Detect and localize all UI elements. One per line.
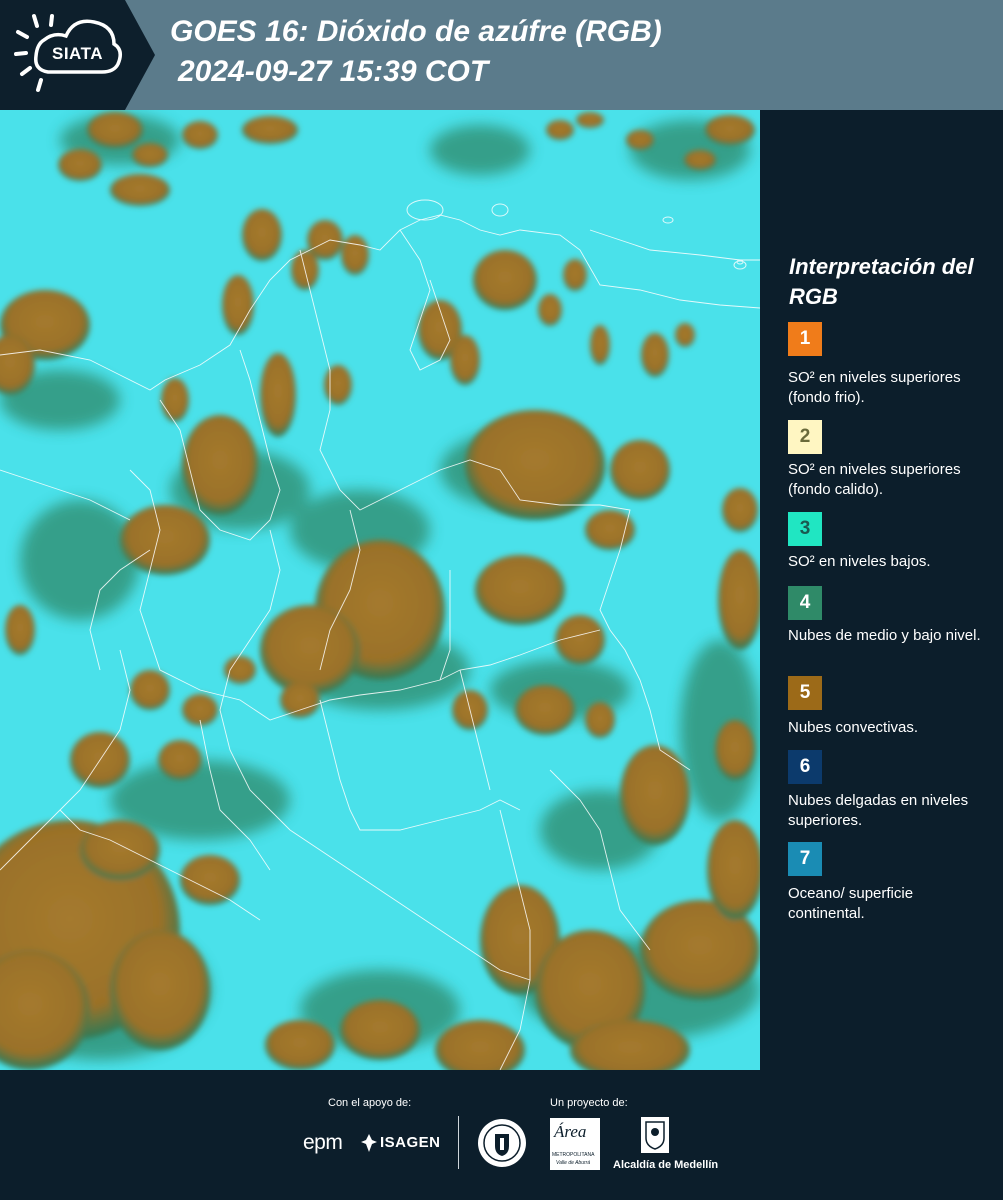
legend-swatch-3: 3 bbox=[788, 512, 822, 546]
area-logo-sub2: Valle de Aburrá bbox=[556, 1160, 591, 1166]
area-metropolitana-logo: Área METROPOLITANA Valle de Aburrá bbox=[550, 1118, 600, 1170]
header-chevron bbox=[125, 0, 155, 110]
legend-swatch-2: 2 bbox=[788, 420, 822, 454]
siata-logo-block: SIATA bbox=[0, 0, 125, 110]
medellin-seal-icon bbox=[478, 1119, 526, 1167]
epm-logo: epm bbox=[303, 1131, 343, 1155]
legend-label-3: SO² en niveles bajos. bbox=[788, 553, 931, 570]
legend-swatch-6: 6 bbox=[788, 750, 822, 784]
legend-number: 3 bbox=[799, 518, 811, 539]
footer: Con el apoyo de: Un proyecto de: epm ISA… bbox=[0, 1070, 1003, 1200]
alcaldia-logo-text: Alcaldía de Medellín bbox=[613, 1159, 719, 1171]
area-logo-word: Área bbox=[554, 1122, 587, 1141]
legend-label-6: Nubes delgadas en niveles superiores. bbox=[788, 792, 969, 829]
support-label: Con el apoyo de: bbox=[328, 1097, 412, 1109]
legend-swatch-4: 4 bbox=[788, 586, 822, 620]
satellite-image bbox=[0, 110, 760, 1070]
legend-number: 4 bbox=[799, 592, 811, 613]
legend-number: 1 bbox=[799, 328, 811, 349]
siata-logo-text: SIATA bbox=[52, 44, 103, 63]
header-bar: SIATA GOES 16: Dióxido de azúfre (RGB) 2… bbox=[0, 0, 1003, 110]
footer-divider bbox=[458, 1116, 459, 1169]
legend-swatch-1: 1 bbox=[788, 322, 822, 356]
legend-label-5: Nubes convectivas. bbox=[788, 719, 919, 736]
isagen-logo-text: ISAGEN bbox=[380, 1134, 441, 1151]
legend-label-4: Nubes de medio y bajo nivel. bbox=[788, 627, 981, 644]
legend-label-1: SO² en niveles superiores (fondo frio). bbox=[788, 369, 961, 406]
legend-number: 6 bbox=[799, 756, 811, 777]
isagen-icon bbox=[361, 1134, 377, 1152]
epm-logo-text: epm bbox=[303, 1131, 343, 1154]
legend-swatch-7: 7 bbox=[788, 842, 822, 876]
alcaldia-shield-icon bbox=[641, 1117, 669, 1153]
area-logo-sub: METROPOLITANA bbox=[552, 1152, 595, 1158]
legend-number: 7 bbox=[799, 848, 811, 869]
timestamp: 2024-09-27 15:39 COT bbox=[178, 55, 489, 88]
legend-swatch-5: 5 bbox=[788, 676, 822, 710]
legend-title: Interpretación del RGB bbox=[789, 254, 974, 309]
legend-label-2: SO² en niveles superiores (fondo calido)… bbox=[788, 461, 961, 498]
satellite-map[interactable] bbox=[0, 110, 760, 1070]
project-label: Un proyecto de: bbox=[550, 1097, 628, 1109]
legend-number: 2 bbox=[799, 426, 811, 447]
rgb-legend: Interpretación del RGB 1 SO² en niveles … bbox=[760, 110, 1003, 1070]
legend-number: 5 bbox=[799, 682, 811, 703]
page-title: GOES 16: Dióxido de azúfre (RGB) bbox=[170, 15, 662, 48]
legend-label-7: Oceano/ superficie continental. bbox=[788, 885, 914, 922]
